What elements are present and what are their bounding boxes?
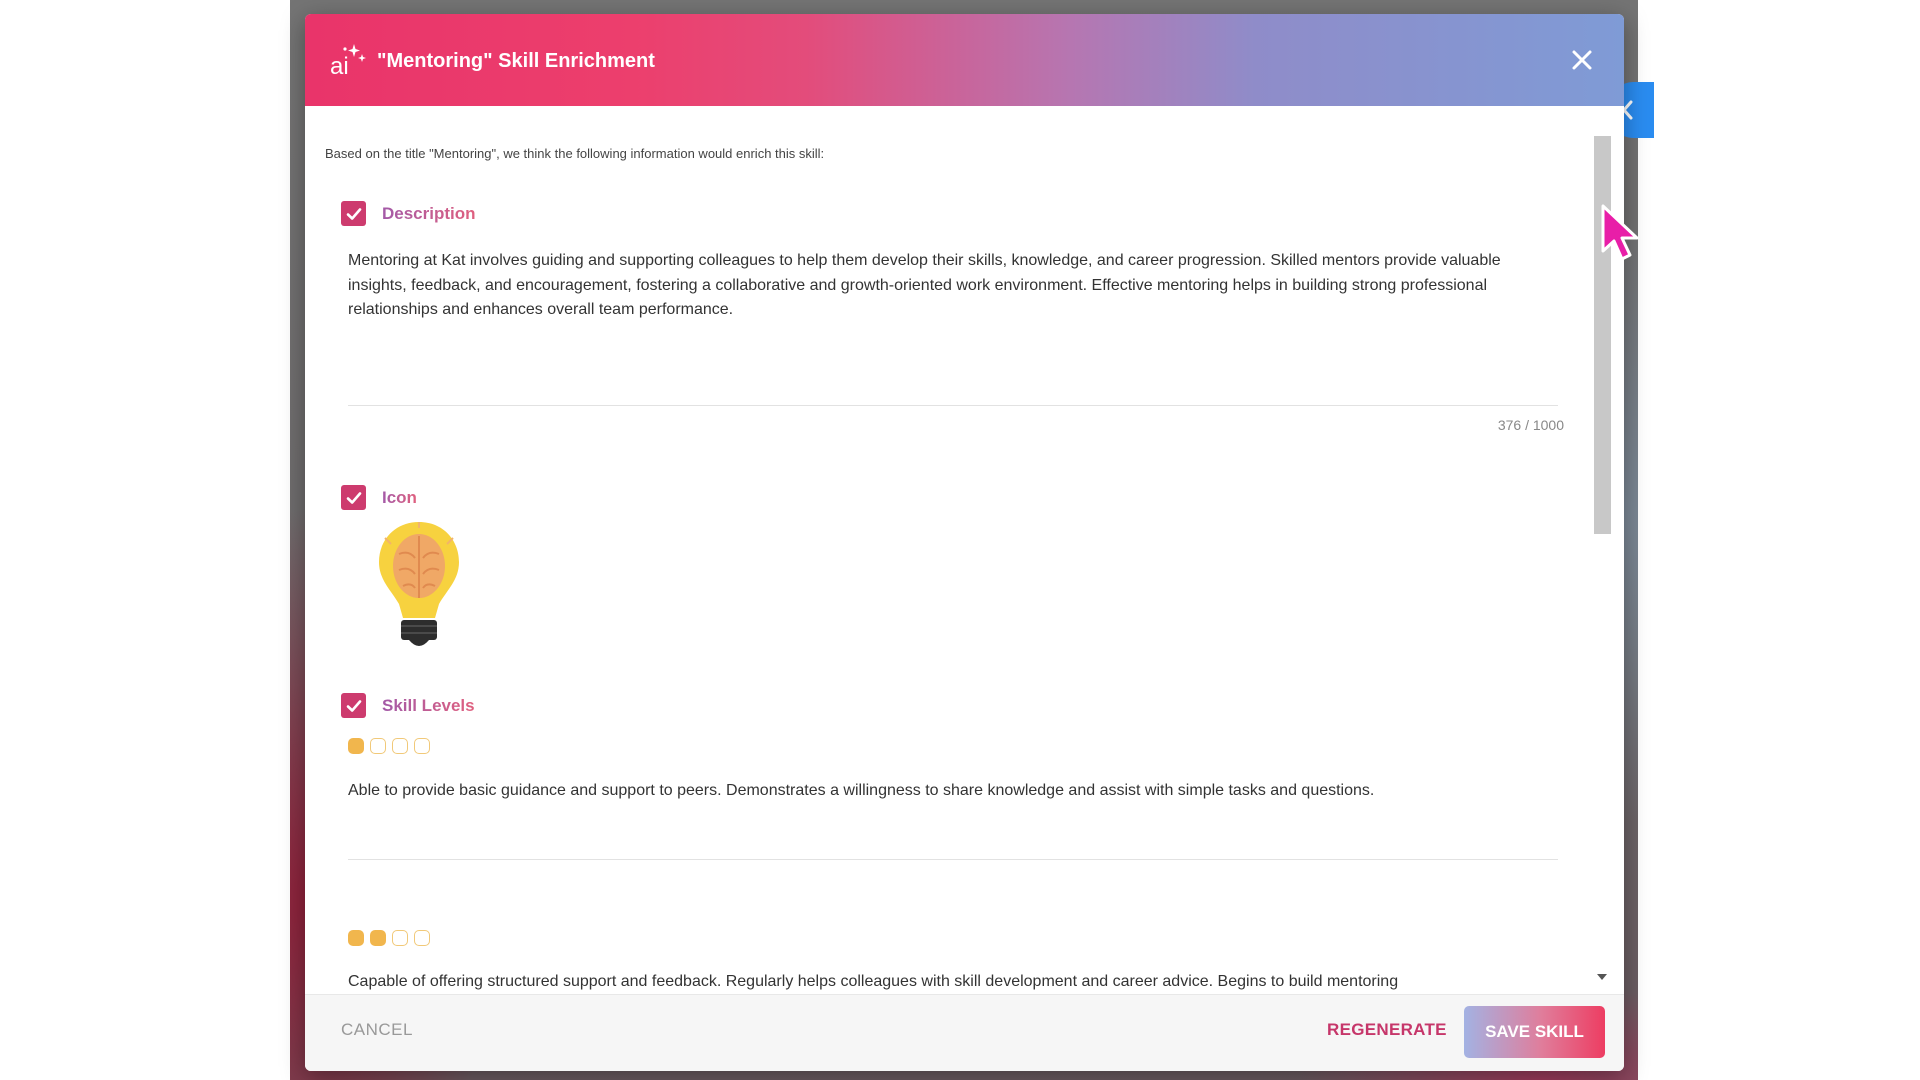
skill-levels-label: Skill Levels <box>382 695 475 715</box>
level-indicator-1 <box>348 738 430 754</box>
dialog-footer: CANCEL REGENERATE SAVE SKILL <box>305 994 1624 1071</box>
skill-enrichment-dialog: ai "Mentoring" Skill Enrichment Based on… <box>305 14 1624 1071</box>
level-dot-empty <box>392 738 408 754</box>
svg-text:ai: ai <box>330 53 349 80</box>
level-dot-empty <box>370 738 386 754</box>
dialog-title: "Mentoring" Skill Enrichment <box>377 50 655 72</box>
description-section-header: Description <box>341 201 476 226</box>
description-label: Description <box>382 203 476 223</box>
lightbulb-brain-icon[interactable] <box>369 518 469 658</box>
description-textarea[interactable]: Mentoring at Kat involves guiding and su… <box>348 249 1558 323</box>
icon-label: Icon <box>382 487 417 507</box>
skill-levels-checkbox[interactable] <box>341 693 366 718</box>
level-indicator-2 <box>348 930 430 946</box>
divider <box>348 859 1558 860</box>
character-counter: 376 / 1000 <box>1497 417 1564 433</box>
scroll-down-icon[interactable] <box>1595 972 1609 982</box>
dialog-content[interactable]: Based on the title "Mentoring", we think… <box>305 106 1588 994</box>
checkmark-icon <box>346 491 361 504</box>
level-dot-empty <box>414 930 430 946</box>
mouse-cursor-icon <box>1601 204 1639 261</box>
level-1-description[interactable]: Able to provide basic guidance and suppo… <box>348 779 1558 803</box>
level-dot-empty <box>392 930 408 946</box>
icon-checkbox[interactable] <box>341 485 366 510</box>
save-skill-button[interactable]: SAVE SKILL <box>1464 1006 1605 1058</box>
ai-sparkle-icon: ai <box>330 44 366 80</box>
intro-text: Based on the title "Mentoring", we think… <box>325 146 825 161</box>
close-icon[interactable] <box>1568 46 1596 74</box>
level-dot-filled <box>348 738 364 754</box>
level-dot-empty <box>414 738 430 754</box>
cancel-button[interactable]: CANCEL <box>341 1020 413 1040</box>
checkmark-icon <box>346 699 361 712</box>
scrollbar-thumb[interactable] <box>1594 136 1611 534</box>
level-dot-filled <box>348 930 364 946</box>
checkmark-icon <box>346 207 361 220</box>
icon-section-header: Icon <box>341 485 417 510</box>
level-dot-filled <box>370 930 386 946</box>
dialog-header: ai "Mentoring" Skill Enrichment <box>305 14 1624 106</box>
skill-levels-section-header: Skill Levels <box>341 693 475 718</box>
level-2-description[interactable]: Capable of offering structured support a… <box>348 970 1558 994</box>
divider <box>348 405 1558 406</box>
regenerate-button[interactable]: REGENERATE <box>1327 1020 1447 1040</box>
description-checkbox[interactable] <box>341 201 366 226</box>
